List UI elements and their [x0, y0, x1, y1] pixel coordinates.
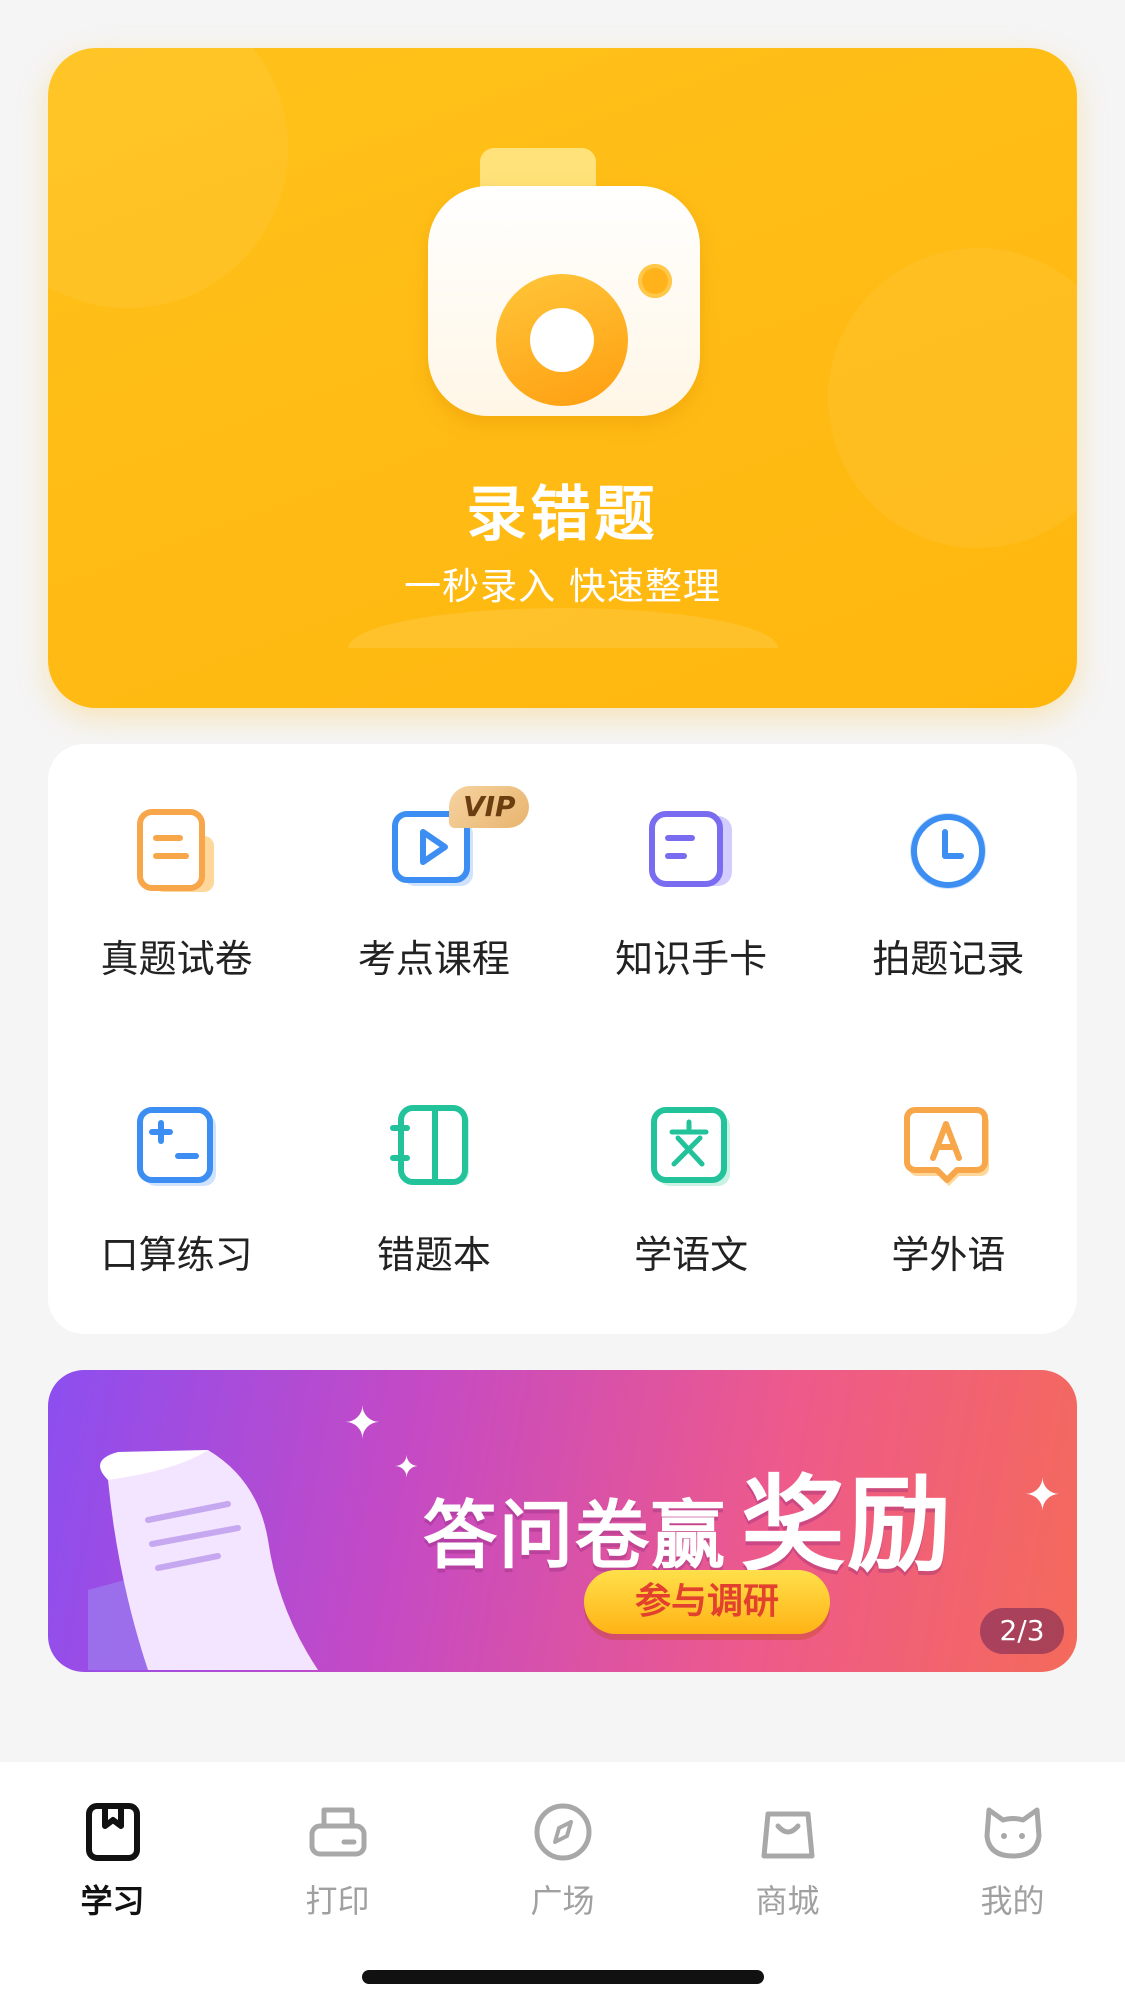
cat-face-icon [984, 1807, 1041, 1859]
banner-title-highlight: 奖励 [741, 1464, 954, 1586]
tab-mine[interactable]: 我的 [900, 1782, 1125, 1920]
book-illustration [348, 608, 778, 648]
grid-item-label: 口算练习 [100, 1233, 253, 1277]
calculator-icon [136, 1107, 216, 1186]
grid-item-label: 学外语 [891, 1233, 1006, 1277]
clock-icon [910, 813, 987, 889]
notebook-icon [389, 1105, 469, 1185]
tab-mall[interactable]: 商城 [675, 1782, 900, 1920]
tab-label: 商城 [755, 1882, 820, 1920]
shopping-bag-icon [761, 1811, 814, 1859]
grid-item-mental-math[interactable]: 口算练习 [48, 1040, 305, 1334]
grid-item-label: 拍题记录 [872, 937, 1025, 981]
grid-item-foreign-language[interactable]: 学外语 [820, 1040, 1077, 1334]
printer-icon [309, 1807, 366, 1857]
tab-label: 广场 [530, 1882, 595, 1920]
grid-item-label: 错题本 [376, 1233, 491, 1277]
join-survey-button[interactable]: 参与调研 [584, 1570, 830, 1634]
letter-a-icon [904, 1107, 990, 1186]
scroll-illustration [88, 1450, 318, 1670]
grid-item-courses[interactable]: VIP 考点课程 [305, 744, 562, 1040]
grid-item-chinese[interactable]: 学语文 [563, 1040, 820, 1334]
grid-item-label: 知识手卡 [615, 937, 768, 981]
sparkle-icon: ✦ [394, 1450, 420, 1485]
hero-title: 录错题 [466, 480, 659, 550]
grid-item-mistake-book[interactable]: 错题本 [305, 1040, 562, 1334]
banner-title: 答问卷赢 奖励 [423, 1440, 953, 1591]
tab-label: 我的 [980, 1882, 1045, 1920]
grid-item-exam-papers[interactable]: 真题试卷 [48, 744, 305, 1040]
hero-decoration [48, 48, 288, 308]
grid-item-label: 学语文 [634, 1233, 749, 1277]
grid-item-label: 考点课程 [357, 937, 510, 981]
tab-label: 打印 [305, 1882, 370, 1920]
tab-study[interactable]: 学习 [0, 1782, 225, 1920]
vip-badge: VIP [449, 786, 530, 828]
chinese-char-icon [651, 1107, 731, 1186]
grid-item-photo-history[interactable]: 拍题记录 [820, 744, 1077, 1040]
tab-label: 学习 [80, 1882, 145, 1920]
survey-banner[interactable]: ✦ ✦ ✦ 答问卷赢 奖励 参与调研 2/3 [48, 1370, 1077, 1672]
banner-page-indicator: 2/3 [980, 1608, 1064, 1654]
sparkle-icon: ✦ [344, 1398, 381, 1449]
sparkle-icon: ✦ [1024, 1470, 1061, 1521]
book-icon [85, 1803, 140, 1861]
camera-icon [428, 148, 700, 424]
home-indicator[interactable] [362, 1970, 764, 1984]
tab-square[interactable]: 广场 [450, 1782, 675, 1920]
hero-subtitle: 一秒录入 快速整理 [404, 565, 721, 608]
cards-icon [649, 811, 733, 887]
grid-item-knowledge-cards[interactable]: 知识手卡 [563, 744, 820, 1040]
paper-doc-icon [136, 809, 214, 892]
tab-print[interactable]: 打印 [225, 1782, 450, 1920]
scan-mistake-card[interactable]: 录错题 一秒录入 快速整理 [48, 48, 1077, 708]
banner-title-text: 答问卷赢 [423, 1493, 727, 1579]
grid-item-label: 真题试卷 [100, 937, 253, 981]
feature-grid-card: 真题试卷 VIP 考点课程 知识手卡 拍题记录 口算练习 错题本 学语文 学外语 [48, 744, 1077, 1334]
compass-icon [534, 1803, 591, 1861]
